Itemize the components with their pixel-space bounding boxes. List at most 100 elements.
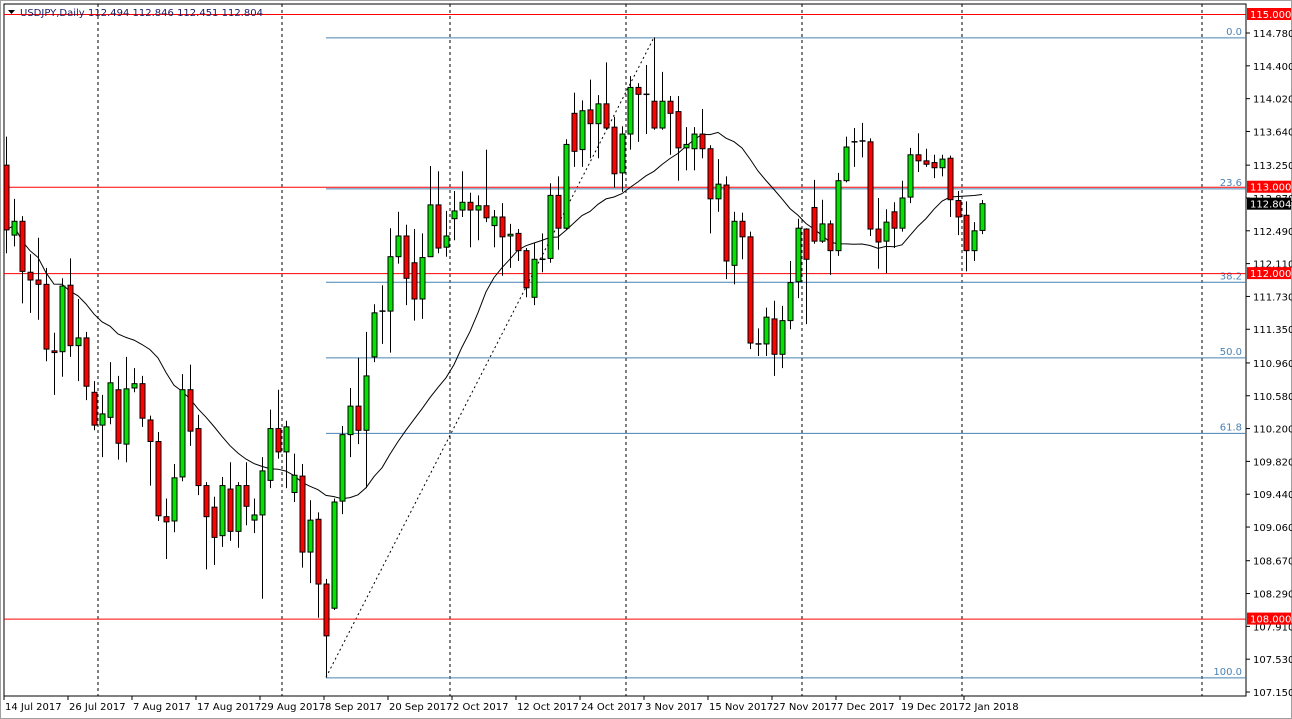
symbol-label: USDJPY,Daily: [20, 8, 85, 19]
candle-body: [171, 477, 178, 522]
candle: [371, 304, 378, 363]
candle: [907, 147, 914, 204]
candle-body: [115, 389, 122, 444]
price-tick-label: 107.530: [1253, 655, 1292, 666]
candle-body: [667, 100, 674, 114]
date-tick-label: 20 Sep 2017: [389, 702, 452, 713]
candle-body: [419, 257, 426, 300]
candle-body: [179, 389, 186, 478]
price-tick-label: 109.820: [1253, 457, 1292, 468]
candle: [179, 374, 186, 482]
date-tick-label: 2 Oct 2017: [453, 702, 508, 713]
candle-body: [195, 428, 202, 487]
candle-body: [779, 320, 786, 355]
candle-body: [331, 501, 338, 609]
price-chart[interactable]: 0.023.638.250.061.8100.0 114.780114.4001…: [0, 0, 1292, 719]
candle-body: [51, 350, 58, 354]
candle-body: [123, 388, 130, 445]
candle-body: [827, 223, 834, 252]
date-tick-label: 17 Aug 2017: [197, 702, 261, 713]
candle-body: [315, 518, 322, 585]
plot-area: [3, 3, 1247, 697]
date-tick-label: 29 Aug 2017: [261, 702, 325, 713]
candle-body: [587, 109, 594, 125]
candle-body: [627, 86, 634, 135]
price-tick-label: 111.350: [1253, 325, 1292, 336]
candle-body: [59, 285, 66, 353]
candle-body: [563, 143, 570, 229]
price-tick-label: 111.730: [1253, 292, 1292, 303]
price-tick-label: 109.060: [1253, 523, 1292, 534]
candle-body: [963, 214, 970, 252]
candle-body: [659, 100, 666, 129]
price-tick-label: 113.250: [1253, 161, 1292, 172]
candle-body: [395, 235, 402, 258]
date-tick-label: 7 Dec 2017: [837, 702, 895, 713]
candle-body: [603, 103, 610, 129]
candle-body: [91, 391, 98, 426]
candle-body: [131, 383, 138, 389]
candle: [747, 231, 754, 350]
candle-body: [635, 86, 642, 95]
candle-body: [739, 220, 746, 238]
candle-body: [35, 279, 42, 285]
candle-body: [403, 235, 410, 279]
candle-body: [3, 164, 10, 231]
ohlc-readout: 112.494 112.846 112.451 112.804: [88, 8, 263, 19]
price-tick-label: 108.290: [1253, 590, 1292, 601]
price-tick-label: 113.640: [1253, 127, 1292, 138]
date-tick-label: 19 Dec 2017: [901, 702, 965, 713]
candle-body: [907, 154, 914, 198]
level-price-label: 115.000: [1250, 10, 1291, 21]
candle-body: [523, 250, 530, 289]
candle-body: [979, 203, 986, 231]
candle-body: [451, 210, 458, 220]
candle-body: [843, 146, 850, 182]
candle-body: [931, 162, 938, 169]
date-tick-label: 12 Oct 2017: [517, 702, 579, 713]
date-tick-label: 3 Nov 2017: [645, 702, 703, 713]
candle-body: [291, 474, 298, 493]
candle-body: [387, 256, 394, 312]
price-tick-label: 108.670: [1253, 557, 1292, 568]
candle-body: [707, 148, 714, 200]
candle-body: [955, 200, 962, 218]
candle: [339, 425, 346, 515]
candle-body: [611, 126, 618, 175]
candle-body: [267, 428, 274, 481]
candle-body: [555, 194, 562, 229]
candle-body: [787, 282, 794, 322]
candle-body: [507, 233, 514, 237]
candle: [835, 172, 842, 256]
candle-body: [915, 154, 922, 162]
candle-body: [771, 318, 778, 355]
time-axis[interactable]: 14 Jul 2017 26 Jul 2017 7 Aug 2017 17 Aug 2…: [3, 696, 1019, 713]
candle: [547, 183, 554, 263]
candle-body: [243, 485, 250, 507]
candle-body: [443, 235, 450, 248]
candle-body: [435, 204, 442, 249]
candle-body: [515, 232, 522, 252]
candle-body: [211, 506, 218, 538]
price-tick-label: 110.200: [1253, 425, 1292, 436]
candle-body: [355, 405, 362, 431]
candle-body: [163, 516, 170, 523]
candle-body: [467, 201, 474, 211]
candle: [867, 138, 874, 236]
candle-body: [803, 228, 810, 260]
current-price-label: 112.804: [1250, 200, 1291, 211]
candle-body: [227, 488, 234, 532]
date-tick-label: 14 Jul 2017: [5, 702, 62, 713]
candle-body: [339, 434, 346, 502]
date-tick-label: 7 Aug 2017: [133, 702, 191, 713]
candle: [563, 139, 570, 230]
candle-body: [499, 216, 506, 238]
level-price-label: 108.000: [1250, 615, 1291, 626]
candle-body: [595, 103, 602, 125]
price-axis[interactable]: 114.780 114.400 114.020 113.640 113.250 112.8…: [1246, 7, 1292, 699]
candle-body: [363, 375, 370, 431]
candle-body: [11, 220, 18, 236]
candle: [155, 432, 162, 521]
candle-body: [19, 220, 26, 272]
candle-body: [731, 220, 738, 266]
